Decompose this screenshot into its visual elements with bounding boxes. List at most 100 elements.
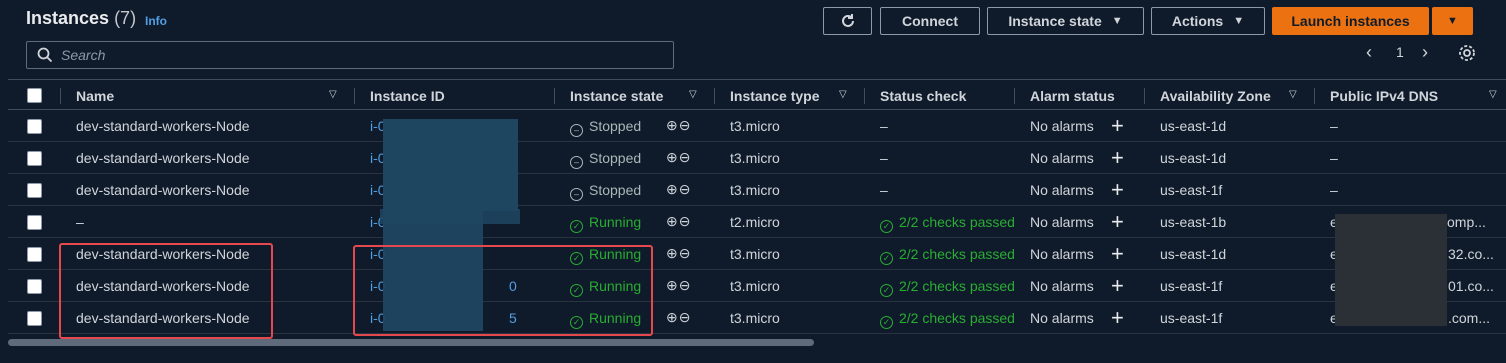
column-header-availability-zone[interactable]: Availability Zone bbox=[1160, 88, 1271, 104]
availability-zone: us-east-1d bbox=[1160, 150, 1227, 166]
table-row[interactable]: dev-standard-workers-Node i-0 – Stopped ⊕… bbox=[8, 110, 1506, 142]
check-circle-icon: ✓ bbox=[880, 220, 893, 233]
highlight-box bbox=[59, 243, 273, 339]
next-page-icon[interactable]: › bbox=[1422, 42, 1428, 63]
row-checkbox[interactable] bbox=[27, 311, 42, 326]
add-alarm-icon[interactable]: + bbox=[1111, 241, 1124, 267]
redaction-overlay bbox=[1335, 214, 1447, 326]
column-header-instance-type[interactable]: Instance type bbox=[730, 88, 819, 104]
alarm-status: No alarms bbox=[1030, 246, 1094, 262]
column-separator bbox=[60, 88, 61, 104]
actions-button[interactable]: Actions ▼ bbox=[1151, 7, 1265, 35]
row-checkbox[interactable] bbox=[27, 215, 42, 230]
info-link[interactable]: Info bbox=[145, 14, 167, 28]
zoom-icons[interactable]: ⊕⊖ bbox=[666, 117, 691, 134]
column-separator bbox=[1144, 88, 1145, 104]
availability-zone: us-east-1d bbox=[1160, 118, 1227, 134]
table-row[interactable]: – i-0 ✓ Running ⊕⊖ t2.micro ✓ 2/2 checks p… bbox=[8, 206, 1506, 238]
column-separator bbox=[1014, 88, 1015, 104]
instance-type: t2.micro bbox=[730, 214, 780, 230]
sort-caret-icon[interactable]: ▽ bbox=[839, 89, 847, 100]
public-dns-tail: 32.co... bbox=[1448, 246, 1494, 262]
status-check: ✓ 2/2 checks passed bbox=[880, 214, 1015, 233]
column-header-instance-state[interactable]: Instance state bbox=[570, 88, 663, 104]
stopped-icon: – bbox=[570, 124, 583, 137]
sort-caret-icon[interactable]: ▽ bbox=[1289, 89, 1297, 100]
column-header-instance-id[interactable]: Instance ID bbox=[370, 88, 445, 104]
row-checkbox[interactable] bbox=[27, 151, 42, 166]
zoom-icons[interactable]: ⊕⊖ bbox=[666, 277, 691, 294]
sort-caret-icon[interactable]: ▽ bbox=[1489, 89, 1497, 100]
connect-button[interactable]: Connect bbox=[880, 7, 980, 35]
zoom-icons[interactable]: ⊕⊖ bbox=[666, 213, 691, 230]
zoom-icons[interactable]: ⊕⊖ bbox=[666, 149, 691, 166]
refresh-button[interactable] bbox=[823, 7, 872, 35]
zoom-icons[interactable]: ⊕⊖ bbox=[666, 309, 691, 326]
sort-caret-icon[interactable]: ▽ bbox=[689, 89, 697, 100]
status-check: – bbox=[880, 150, 888, 166]
instance-name: dev-standard-workers-Node bbox=[76, 182, 250, 198]
settings-gear-icon[interactable] bbox=[1458, 44, 1476, 65]
instance-state: – Stopped bbox=[570, 150, 641, 169]
sort-caret-icon[interactable]: ▽ bbox=[329, 89, 337, 100]
instance-type: t3.micro bbox=[730, 278, 780, 294]
table-row[interactable]: dev-standard-workers-Node i-0 – Stopped ⊕… bbox=[8, 142, 1506, 174]
zoom-icons[interactable]: ⊕⊖ bbox=[666, 245, 691, 262]
instance-count: (7) bbox=[114, 8, 137, 28]
instance-state-button[interactable]: Instance state ▼ bbox=[987, 7, 1144, 35]
horizontal-scrollbar[interactable] bbox=[8, 339, 814, 346]
instance-type: t3.micro bbox=[730, 246, 780, 262]
add-alarm-icon[interactable]: + bbox=[1111, 177, 1124, 203]
search-input[interactable]: Search bbox=[26, 41, 674, 69]
instance-state: – Stopped bbox=[570, 182, 641, 201]
refresh-icon bbox=[841, 14, 854, 27]
column-header-name[interactable]: Name bbox=[76, 88, 114, 104]
add-alarm-icon[interactable]: + bbox=[1111, 113, 1124, 139]
page-number[interactable]: 1 bbox=[1396, 44, 1404, 60]
page-title: Instances (7) bbox=[26, 8, 136, 29]
highlight-box bbox=[353, 245, 653, 336]
table-row[interactable]: dev-standard-workers-Node i-0 – Stopped ⊕… bbox=[8, 174, 1506, 206]
row-checkbox[interactable] bbox=[27, 279, 42, 294]
launch-dropdown-button[interactable]: ▼ bbox=[1432, 7, 1473, 35]
row-checkbox[interactable] bbox=[27, 119, 42, 134]
instance-name: dev-standard-workers-Node bbox=[76, 150, 250, 166]
state-label: Stopped bbox=[589, 182, 642, 198]
column-header-public-ipv4-dns[interactable]: Public IPv4 DNS bbox=[1330, 88, 1438, 104]
instances-panel: Instances (7) Info Connect Instance stat… bbox=[0, 0, 1506, 363]
redaction-overlay bbox=[383, 119, 518, 211]
alarm-status: No alarms bbox=[1030, 214, 1094, 230]
previous-page-icon[interactable]: ‹ bbox=[1366, 42, 1372, 63]
column-separator bbox=[864, 88, 865, 104]
search-icon bbox=[37, 47, 53, 63]
public-dns-tail: .com... bbox=[1448, 310, 1491, 326]
add-alarm-icon[interactable]: + bbox=[1111, 209, 1124, 235]
instance-type: t3.micro bbox=[730, 150, 780, 166]
check-circle-icon: ✓ bbox=[880, 284, 893, 297]
status-check: – bbox=[880, 182, 888, 198]
launch-instances-button[interactable]: Launch instances bbox=[1272, 7, 1429, 35]
select-all-checkbox[interactable] bbox=[27, 88, 42, 103]
check-circle-icon: ✓ bbox=[880, 252, 893, 265]
redaction-overlay bbox=[380, 209, 520, 224]
instance-state: ✓ Running bbox=[570, 214, 641, 233]
status-check: ✓ 2/2 checks passed bbox=[880, 278, 1015, 297]
public-dns: – bbox=[1330, 150, 1338, 166]
row-checkbox[interactable] bbox=[27, 183, 42, 198]
alarm-status: No alarms bbox=[1030, 278, 1094, 294]
row-checkbox[interactable] bbox=[27, 247, 42, 262]
column-header-status-check[interactable]: Status check bbox=[880, 88, 966, 104]
caret-down-icon: ▼ bbox=[1111, 15, 1123, 27]
column-separator bbox=[554, 88, 555, 104]
status-label: 2/2 checks passed bbox=[899, 278, 1015, 294]
add-alarm-icon[interactable]: + bbox=[1111, 273, 1124, 299]
column-header-alarm-status[interactable]: Alarm status bbox=[1030, 88, 1115, 104]
column-separator bbox=[714, 88, 715, 104]
add-alarm-icon[interactable]: + bbox=[1111, 145, 1124, 171]
title-text: Instances bbox=[26, 8, 110, 28]
zoom-icons[interactable]: ⊕⊖ bbox=[666, 181, 691, 198]
actions-label: Actions bbox=[1171, 13, 1224, 29]
status-label: 2/2 checks passed bbox=[899, 246, 1015, 262]
add-alarm-icon[interactable]: + bbox=[1111, 305, 1124, 331]
alarm-status: No alarms bbox=[1030, 118, 1094, 134]
